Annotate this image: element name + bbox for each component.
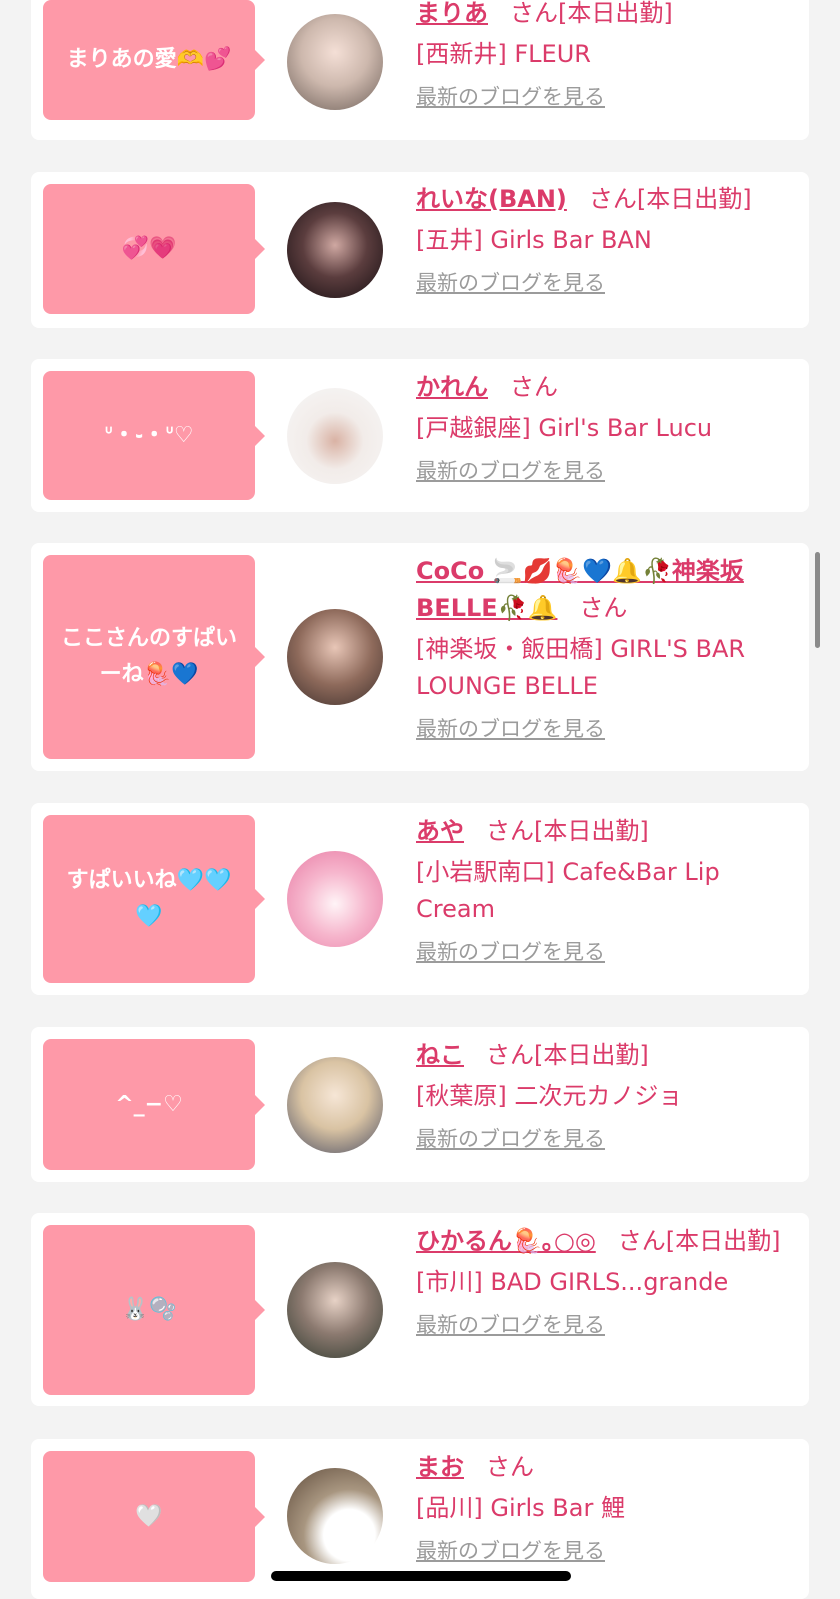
avatar[interactable] [287, 609, 383, 705]
member-suffix: さん[本日出勤] [486, 1041, 649, 1069]
message-bubble: 🤍 [43, 1451, 265, 1582]
avatar[interactable] [287, 1057, 383, 1153]
member-card: まりあの愛🫶💕 まりあ さん[本日出勤] [西新井] FLEUR 最新のブログを見… [31, 0, 809, 140]
avatar[interactable] [287, 14, 383, 110]
member-info: まお さん [品川] Girls Bar 鯉 最新のブログを見る [416, 1449, 796, 1567]
message-text: 🐰🫧 [121, 1297, 177, 1322]
message-bubble: ここさんのすぱいーね🪼💙 [43, 555, 265, 759]
scrollbar[interactable] [815, 552, 820, 648]
latest-blog-link[interactable]: 最新のブログを見る [416, 267, 605, 299]
message-bubble: 💞💗 [43, 184, 265, 314]
name-line: まお さん [416, 1449, 796, 1486]
latest-blog-link[interactable]: 最新のブログを見る [416, 455, 605, 487]
member-suffix: さん[本日出勤] [510, 0, 673, 27]
member-name-link[interactable]: ひかるん🪼｡○◎ [416, 1227, 596, 1255]
name-line: ねこ さん[本日出勤] [416, 1037, 796, 1074]
member-name-link[interactable]: あや [416, 817, 464, 845]
member-info: かれん さん [戸越銀座] Girl's Bar Lucu 最新のブログを見る [416, 369, 796, 487]
member-name-link[interactable]: まお [416, 1453, 464, 1481]
shop-label: [市川] BAD GIRLS...grande [416, 1268, 729, 1296]
member-info: ひかるん🪼｡○◎ さん[本日出勤] [市川] BAD GIRLS...grande… [416, 1223, 796, 1341]
message-bubble: まりあの愛🫶💕 [43, 0, 265, 120]
message-text: ここさんのすぱいーね🪼💙 [60, 626, 237, 687]
home-indicator[interactable] [271, 1571, 571, 1581]
member-card: 🐰🫧 ひかるん🪼｡○◎ さん[本日出勤] [市川] BAD GIRLS...gra… [31, 1213, 809, 1406]
member-info: ねこ さん[本日出勤] [秋葉原] 二次元カノジョ 最新のブログを見る [416, 1037, 796, 1155]
message-text: まりあの愛🫶💕 [66, 47, 232, 72]
member-card: ᐡ・֊・ᐡ♡ かれん さん [戸越銀座] Girl's Bar Lucu 最新のブ… [31, 359, 809, 512]
member-info: れいな(BAN) さん[本日出勤] [五井] Girls Bar BAN 最新のブ… [416, 181, 796, 299]
member-suffix: さん[本日出勤] [617, 1227, 781, 1255]
shop-label: [神楽坂・飯田橋] GIRL'S BAR LOUNGE BELLE [416, 635, 746, 700]
message-text: ^_−♡ [115, 1091, 183, 1117]
message-text: すぱいいね🩵🩵🩵 [66, 868, 232, 929]
shop-label: [品川] Girls Bar 鯉 [416, 1494, 625, 1522]
member-name-link[interactable]: かれん [416, 373, 488, 401]
name-line: かれん さん [416, 369, 796, 406]
name-line: まりあ さん[本日出勤] [416, 0, 796, 32]
message-bubble: すぱいいね🩵🩵🩵 [43, 815, 265, 983]
latest-blog-link[interactable]: 最新のブログを見る [416, 1123, 605, 1155]
member-name-link[interactable]: ねこ [416, 1041, 464, 1069]
member-info: あや さん[本日出勤] [小岩駅南口] Cafe&Bar Lip Cream 最新… [416, 813, 796, 968]
message-bubble: ᐡ・֊・ᐡ♡ [43, 371, 265, 500]
message-text: ᐡ・֊・ᐡ♡ [104, 422, 194, 448]
member-suffix: さん [510, 373, 558, 401]
message-bubble: ^_−♡ [43, 1039, 265, 1170]
member-card: ^_−♡ ねこ さん[本日出勤] [秋葉原] 二次元カノジョ 最新のブログを見る [31, 1027, 809, 1182]
latest-blog-link[interactable]: 最新のブログを見る [416, 1309, 605, 1341]
avatar[interactable] [287, 851, 383, 947]
message-bubble: 🐰🫧 [43, 1225, 265, 1395]
message-text: 🤍 [135, 1503, 163, 1529]
member-name-link[interactable]: まりあ [416, 0, 488, 27]
member-card: ここさんのすぱいーね🪼💙 CoCo 🚬💋🪼💙🔔🥀神楽坂BELLE🥀🔔 さん [神楽… [31, 543, 809, 771]
shop-label: [西新井] FLEUR [416, 40, 591, 68]
member-suffix: さん [486, 1453, 534, 1481]
member-card: 💞💗 れいな(BAN) さん[本日出勤] [五井] Girls Bar BAN 最… [31, 172, 809, 328]
member-name-link[interactable]: れいな(BAN) [416, 185, 567, 213]
name-line: あや さん[本日出勤] [416, 813, 796, 850]
member-suffix: さん[本日出勤] [588, 185, 752, 213]
latest-blog-link[interactable]: 最新のブログを見る [416, 936, 605, 968]
avatar[interactable] [287, 202, 383, 298]
name-line: れいな(BAN) さん[本日出勤] [416, 181, 796, 218]
name-line: ひかるん🪼｡○◎ さん[本日出勤] [416, 1223, 796, 1260]
latest-blog-link[interactable]: 最新のブログを見る [416, 81, 605, 113]
shop-label: [秋葉原] 二次元カノジョ [416, 1082, 683, 1110]
member-suffix: さん[本日出勤] [486, 817, 649, 845]
latest-blog-link[interactable]: 最新のブログを見る [416, 1535, 605, 1567]
avatar[interactable] [287, 1468, 383, 1564]
member-info: まりあ さん[本日出勤] [西新井] FLEUR 最新のブログを見る [416, 0, 796, 113]
message-text: 💞💗 [121, 236, 177, 261]
avatar[interactable] [287, 388, 383, 484]
shop-label: [戸越銀座] Girl's Bar Lucu [416, 414, 713, 442]
avatar[interactable] [287, 1262, 383, 1358]
name-line: CoCo 🚬💋🪼💙🔔🥀神楽坂BELLE🥀🔔 さん [416, 553, 796, 627]
latest-blog-link[interactable]: 最新のブログを見る [416, 713, 605, 745]
shop-label: [五井] Girls Bar BAN [416, 226, 652, 254]
member-info: CoCo 🚬💋🪼💙🔔🥀神楽坂BELLE🥀🔔 さん [神楽坂・飯田橋] GIRL'S… [416, 553, 796, 745]
member-card: すぱいいね🩵🩵🩵 あや さん[本日出勤] [小岩駅南口] Cafe&Bar Lip… [31, 803, 809, 995]
member-suffix: さん [579, 594, 628, 622]
shop-label: [小岩駅南口] Cafe&Bar Lip Cream [416, 858, 720, 923]
